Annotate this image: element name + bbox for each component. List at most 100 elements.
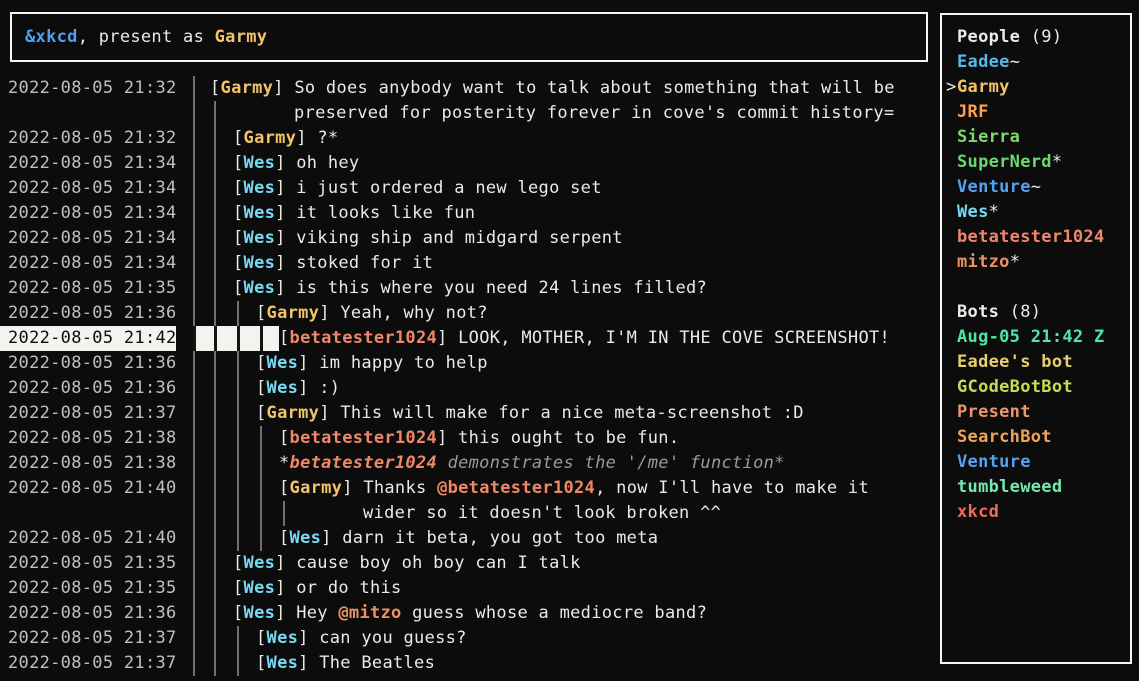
message-nick[interactable]: Garmy bbox=[221, 78, 274, 98]
timestamp: 2022-08-05 21:34 bbox=[0, 151, 176, 176]
nick-bracket-open: [ bbox=[233, 178, 244, 198]
message-row[interactable]: 2022-08-05 21:37[Wes] can you guess? bbox=[0, 626, 936, 651]
message-text: [betatester1024] LOOK, MOTHER, I'M IN TH… bbox=[279, 326, 890, 351]
nick-bracket-close: ] bbox=[319, 303, 340, 323]
message-list[interactable]: 2022-08-05 21:32[Garmy] So does anybody … bbox=[0, 76, 936, 676]
message-row[interactable]: 2022-08-05 21:42[betatester1024] LOOK, M… bbox=[0, 326, 936, 351]
column-divider-line bbox=[193, 576, 195, 601]
message-nick[interactable]: Wes bbox=[244, 203, 276, 223]
column-divider-line bbox=[193, 201, 195, 226]
message-nick[interactable]: Wes bbox=[244, 153, 276, 173]
message-nick[interactable]: Wes bbox=[267, 353, 299, 373]
person-item[interactable]: >Garmy bbox=[942, 75, 1130, 100]
bot-item[interactable]: Venture bbox=[942, 450, 1130, 475]
bot-name: xkcd bbox=[957, 502, 999, 522]
column-divider-line bbox=[193, 101, 195, 126]
thread-indent-guides bbox=[176, 251, 233, 276]
message-nick[interactable]: betatester1024 bbox=[290, 453, 438, 473]
message-nick[interactable]: Garmy bbox=[267, 403, 320, 423]
thread-guide-line bbox=[237, 476, 239, 501]
person-item[interactable]: mitzo* bbox=[942, 250, 1130, 275]
message-nick[interactable]: Wes bbox=[244, 178, 276, 198]
person-item[interactable]: Venture~ bbox=[942, 175, 1130, 200]
thread-guide-line bbox=[237, 326, 240, 351]
nick-bracket-close: ] bbox=[275, 578, 296, 598]
message-row[interactable]: 2022-08-05 21:32[Garmy] So does anybody … bbox=[0, 76, 936, 101]
message-nick[interactable]: Wes bbox=[244, 278, 276, 298]
bots-list: Aug-05 21:42 ZEadee's botGCodeBotBotPres… bbox=[942, 325, 1130, 525]
message-row[interactable]: 2022-08-05 21:40[Wes] darn it beta, you … bbox=[0, 526, 936, 551]
message-row[interactable]: preserved for posterity forever in cove'… bbox=[0, 101, 936, 126]
people-count: (9) bbox=[1031, 27, 1063, 47]
message-row[interactable]: 2022-08-05 21:34 [Wes] viking ship and mi… bbox=[0, 226, 936, 251]
message-nick[interactable]: Wes bbox=[267, 378, 299, 398]
message-row[interactable]: 2022-08-05 21:40[Garmy] Thanks @betatest… bbox=[0, 476, 936, 501]
person-item[interactable]: betatester1024 bbox=[942, 225, 1130, 250]
message-row[interactable]: 2022-08-05 21:34[Wes] stoked for it bbox=[0, 251, 936, 276]
message-segment: viking ship and midgard serpent bbox=[296, 228, 623, 248]
message-row[interactable]: 2022-08-05 21:34[Wes] oh hey bbox=[0, 151, 936, 176]
channel-header: &xkcd, present as Garmy bbox=[10, 12, 928, 62]
message-row[interactable]: 2022-08-05 21:38*betatester1024 demonstr… bbox=[0, 451, 936, 476]
mention[interactable]: @mitzo bbox=[338, 603, 401, 623]
sidebar-spacer bbox=[942, 275, 1130, 300]
bot-item[interactable]: Present bbox=[942, 400, 1130, 425]
thread-indent-guides bbox=[176, 76, 210, 101]
message-row[interactable]: 2022-08-05 21:36[Wes] :) bbox=[0, 376, 936, 401]
person-item[interactable]: SuperNerd* bbox=[942, 150, 1130, 175]
mention[interactable]: @betatester1024 bbox=[437, 478, 595, 498]
bots-count: (8) bbox=[1010, 302, 1042, 322]
bot-item[interactable]: tumbleweed bbox=[942, 475, 1130, 500]
bot-item[interactable]: Eadee's bot bbox=[942, 350, 1130, 375]
message-nick[interactable]: Wes bbox=[267, 628, 299, 648]
message-nick[interactable]: Wes bbox=[290, 528, 322, 548]
message-row[interactable]: 2022-08-05 21:35[Wes] is this where you … bbox=[0, 276, 936, 301]
timestamp: 2022-08-05 21:34 bbox=[0, 226, 176, 251]
message-row[interactable]: 2022-08-05 21:38[betatester1024] this ou… bbox=[0, 426, 936, 451]
message-row[interactable]: 2022-08-05 21:37[Garmy] This will make f… bbox=[0, 401, 936, 426]
bot-item[interactable]: xkcd bbox=[942, 500, 1130, 525]
thread-guide-line bbox=[214, 476, 216, 501]
person-item[interactable]: Wes* bbox=[942, 200, 1130, 225]
message-nick[interactable]: Wes bbox=[244, 253, 276, 273]
thread-indent-guides bbox=[176, 626, 256, 651]
message-row[interactable]: 2022-08-05 21:34[Wes] it looks like fun bbox=[0, 201, 936, 226]
nick-bracket-close: ] bbox=[437, 328, 458, 348]
message-nick[interactable]: Wes bbox=[244, 228, 276, 248]
message-row[interactable]: 2022-08-05 21:37[Wes] The Beatles bbox=[0, 651, 936, 676]
message-row[interactable]: 2022-08-05 21:36[Garmy] Yeah, why not? bbox=[0, 301, 936, 326]
message-row[interactable]: 2022-08-05 21:36[Wes] Hey @mitzo guess w… bbox=[0, 601, 936, 626]
message-nick[interactable]: Wes bbox=[244, 603, 276, 623]
message-nick[interactable]: Wes bbox=[244, 578, 276, 598]
message-row[interactable]: 2022-08-05 21:34[Wes] i just ordered a n… bbox=[0, 176, 936, 201]
bot-item[interactable]: SearchBot bbox=[942, 425, 1130, 450]
bot-item[interactable]: GCodeBotBot bbox=[942, 375, 1130, 400]
status-suffix: * bbox=[989, 202, 1000, 222]
person-item[interactable]: Eadee~ bbox=[942, 50, 1130, 75]
person-item[interactable]: Sierra bbox=[942, 125, 1130, 150]
message-nick[interactable]: betatester1024 bbox=[290, 428, 438, 448]
thread-indent-guides bbox=[176, 401, 256, 426]
thread-indent-guides bbox=[176, 201, 233, 226]
message-nick[interactable]: Wes bbox=[267, 653, 299, 673]
message-text: [Wes] viking ship and midgard serpent bbox=[233, 226, 623, 251]
message-row[interactable]: 2022-08-05 21:36[Wes] im happy to help bbox=[0, 351, 936, 376]
nick-bracket-open: [ bbox=[256, 403, 267, 423]
message-nick[interactable]: Garmy bbox=[290, 478, 343, 498]
message-text: [Wes] stoked for it bbox=[233, 251, 433, 276]
message-nick[interactable]: Garmy bbox=[244, 128, 297, 148]
message-segment: LOOK, MOTHER, I'M IN THE COVE SCREENSHOT… bbox=[458, 328, 890, 348]
thread-guide-line bbox=[214, 301, 216, 326]
message-row[interactable]: 2022-08-05 21:35[Wes] or do this bbox=[0, 576, 936, 601]
message-nick[interactable]: betatester1024 bbox=[290, 328, 438, 348]
message-nick[interactable]: Wes bbox=[244, 553, 276, 573]
thread-indent-guides bbox=[176, 351, 256, 376]
message-nick[interactable]: Garmy bbox=[267, 303, 320, 323]
message-row[interactable]: 2022-08-05 21:32[Garmy] ?* bbox=[0, 126, 936, 151]
message-row[interactable]: 2022-08-05 21:35[Wes] cause boy oh boy c… bbox=[0, 551, 936, 576]
person-item[interactable]: JRF bbox=[942, 100, 1130, 125]
timestamp: 2022-08-05 21:35 bbox=[0, 576, 176, 601]
bot-item[interactable]: Aug-05 21:42 Z bbox=[942, 325, 1130, 350]
message-row[interactable]: wider so it doesn't look broken ^^ bbox=[0, 501, 936, 526]
nick-bracket-close: ] bbox=[273, 78, 294, 98]
